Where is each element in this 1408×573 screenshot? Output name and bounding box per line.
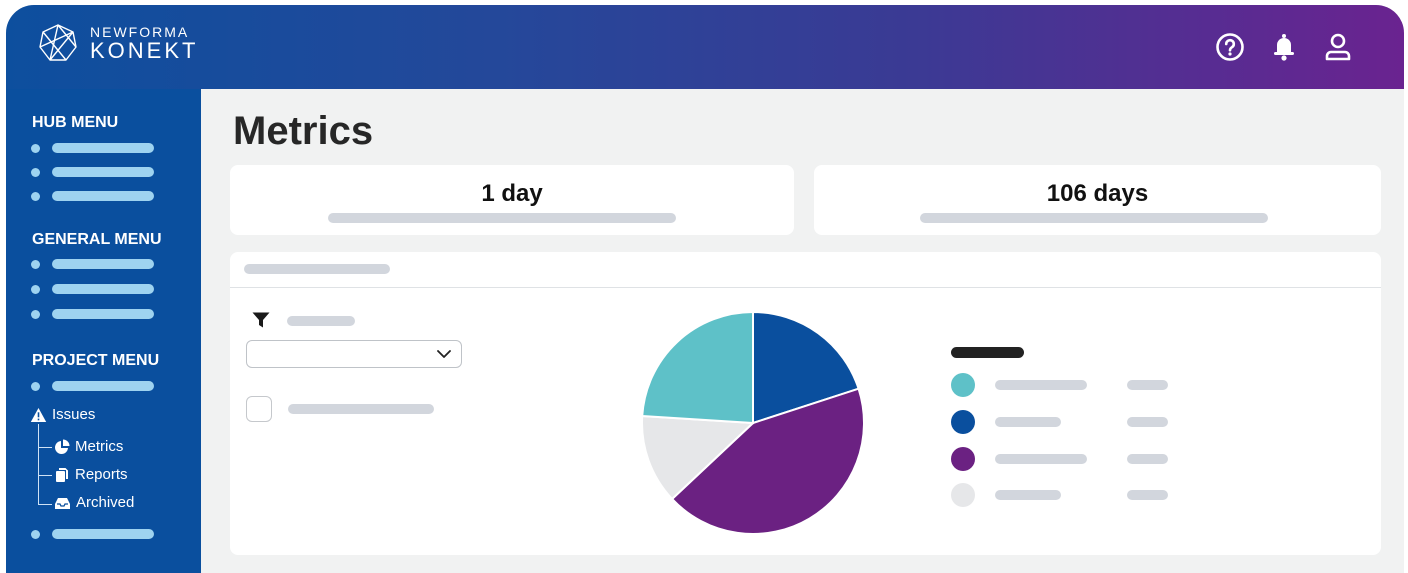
sidebar: HUB MENU GENERAL MENU PROJECT MENU Issue… bbox=[6, 89, 201, 573]
hub-menu-title: HUB MENU bbox=[32, 114, 119, 131]
stat-caption-placeholder bbox=[328, 213, 676, 223]
user-icon[interactable] bbox=[1322, 31, 1354, 63]
sidebar-item-issues[interactable]: Issues bbox=[30, 406, 95, 423]
sidebar-item-issues-label: Issues bbox=[52, 406, 96, 423]
help-circle-icon[interactable] bbox=[1214, 31, 1246, 63]
hub-menu-item[interactable] bbox=[31, 191, 154, 201]
sidebar-item-reports[interactable]: Reports bbox=[54, 466, 128, 483]
legend-label-placeholder bbox=[995, 380, 1087, 390]
hub-menu-item[interactable] bbox=[31, 143, 154, 153]
documents-icon bbox=[56, 467, 68, 482]
checkbox-label-placeholder bbox=[288, 404, 434, 414]
sidebar-item-metrics-label: Metrics bbox=[75, 438, 124, 455]
general-menu-item[interactable] bbox=[31, 284, 154, 294]
tree-connector bbox=[38, 424, 39, 505]
legend-item bbox=[951, 410, 1201, 434]
stat-value: 1 day bbox=[481, 180, 543, 207]
brand-name-top: NEWFORMA bbox=[90, 23, 190, 40]
sidebar-item-archived[interactable]: Archived bbox=[54, 494, 134, 511]
sidebar-item-archived-label: Archived bbox=[76, 494, 135, 511]
legend-item bbox=[951, 483, 1201, 507]
legend-item bbox=[951, 447, 1201, 471]
filter-checkbox[interactable] bbox=[246, 396, 272, 422]
filter-icon[interactable] bbox=[252, 312, 270, 328]
warning-icon bbox=[30, 407, 47, 422]
legend-value-placeholder bbox=[1127, 490, 1168, 500]
legend-item bbox=[951, 373, 1201, 397]
panel-title-placeholder bbox=[244, 264, 390, 274]
page-title: Metrics bbox=[233, 109, 374, 153]
pie-chart-icon bbox=[55, 439, 70, 454]
legend-label-placeholder bbox=[995, 417, 1061, 427]
sidebar-item-metrics[interactable]: Metrics bbox=[54, 438, 123, 455]
stat-value: 106 days bbox=[1046, 180, 1149, 207]
filter-select[interactable] bbox=[246, 340, 462, 368]
general-menu-item[interactable] bbox=[31, 259, 154, 269]
legend-title-placeholder bbox=[951, 347, 1024, 358]
stat-card: 106 days bbox=[814, 165, 1381, 235]
project-menu-title: PROJECT MENU bbox=[32, 352, 160, 369]
legend-swatch bbox=[951, 483, 975, 507]
stat-card: 1 day bbox=[230, 165, 794, 235]
brand-logo[interactable]: NEWFORMA KONEKT bbox=[38, 23, 198, 63]
general-menu-title: GENERAL MENU bbox=[32, 231, 162, 248]
pie-slice-4 bbox=[641, 310, 754, 425]
brand-name-main: KONEKT bbox=[90, 37, 199, 63]
konekt-logo-icon bbox=[39, 24, 77, 61]
hub-menu-item[interactable] bbox=[31, 167, 154, 177]
filter-label-placeholder bbox=[287, 316, 355, 326]
legend-swatch bbox=[951, 410, 975, 434]
legend-label-placeholder bbox=[995, 454, 1087, 464]
chart-panel bbox=[230, 252, 1381, 555]
legend-swatch bbox=[951, 373, 975, 397]
panel-divider bbox=[230, 287, 1381, 288]
legend-value-placeholder bbox=[1127, 380, 1168, 390]
legend-value-placeholder bbox=[1127, 454, 1168, 464]
sidebar-item-reports-label: Reports bbox=[75, 466, 128, 483]
legend-value-placeholder bbox=[1127, 417, 1168, 427]
project-menu-item[interactable] bbox=[31, 381, 154, 391]
bell-icon[interactable] bbox=[1268, 31, 1300, 63]
app-window: NEWFORMA KONEKT HUB MENU GENERAL MENU PR… bbox=[6, 5, 1404, 573]
pie-chart bbox=[641, 310, 866, 535]
archive-tray-icon bbox=[55, 497, 70, 509]
chevron-down-icon bbox=[437, 350, 451, 358]
legend-swatch bbox=[951, 447, 975, 471]
stat-caption-placeholder bbox=[920, 213, 1268, 223]
legend-label-placeholder bbox=[995, 490, 1061, 500]
top-bar: NEWFORMA KONEKT bbox=[6, 5, 1404, 89]
general-menu-item[interactable] bbox=[31, 309, 154, 319]
project-menu-item[interactable] bbox=[31, 529, 154, 539]
